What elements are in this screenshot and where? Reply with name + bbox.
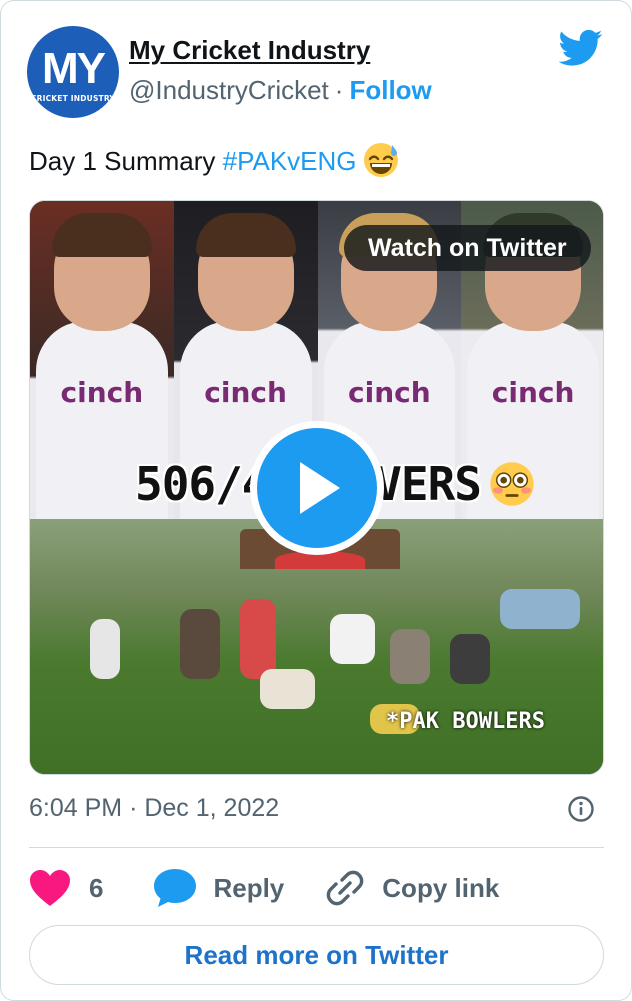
author-handle[interactable]: @IndustryCricket [129, 75, 329, 105]
tweet-text-body: Day 1 Summary [29, 146, 223, 176]
player-hair [195, 213, 296, 257]
play-button[interactable] [250, 421, 384, 555]
score-right-group: VERS [374, 457, 535, 511]
scene-person [180, 609, 220, 679]
shirt-sponsor-text: cinch [348, 376, 431, 409]
heart-icon [30, 870, 70, 906]
info-icon[interactable] [567, 795, 595, 823]
shirt-sponsor-text: cinch [60, 376, 144, 409]
scene-person [240, 599, 276, 679]
like-action[interactable]: 6 [29, 869, 103, 907]
divider [29, 847, 604, 848]
like-count: 6 [89, 872, 104, 903]
tweet-embed-card: MY CRICKET INDUSTRY My Cricket Industry … [0, 0, 632, 1001]
meme-scene: *PAK BOWLERS [30, 519, 603, 774]
author-avatar[interactable]: MY CRICKET INDUSTRY [27, 26, 119, 118]
scene-item [500, 589, 580, 629]
author-display-name[interactable]: My Cricket Industry [129, 35, 370, 66]
shirt-sponsor-text: cinch [204, 376, 287, 409]
scene-person [90, 619, 120, 679]
scene-person [450, 634, 490, 684]
tweet-actions: 6 Reply Copy link [29, 865, 499, 911]
read-more-button[interactable]: Read more on Twitter [29, 925, 604, 985]
reply-action[interactable]: Reply [153, 868, 284, 908]
video-media[interactable]: cinch cinch cinch cinch 506/4 VERS *PAK … [29, 200, 604, 775]
copy-link-action[interactable]: Copy link [324, 867, 499, 909]
author-handle-row: @IndustryCricket · Follow [129, 75, 432, 106]
meme-caption: *PAK BOWLERS [386, 709, 545, 734]
avatar-logo-subtext: CRICKET INDUSTRY [30, 94, 116, 103]
hashtag-link[interactable]: #PAKvENG [223, 146, 357, 176]
avatar-logo-text: MY [42, 44, 106, 93]
player-hair [51, 213, 152, 257]
handle-separator: · [334, 75, 344, 105]
score-right-text: VERS [374, 457, 482, 511]
timestamp-separator: · [129, 794, 138, 822]
tweet-text: Day 1 Summary #PAKvENG [29, 142, 399, 178]
tweet-time: 6:04 PM [29, 794, 123, 822]
watch-on-twitter-button[interactable]: Watch on Twitter [344, 225, 591, 271]
follow-button[interactable]: Follow [349, 75, 431, 105]
tweet-date: Dec 1, 2022 [144, 794, 280, 822]
shirt-sponsor-text: cinch [491, 376, 575, 409]
tweet-timestamp[interactable]: 6:04 PM · Dec 1, 2022 [29, 794, 279, 823]
play-icon [300, 462, 340, 514]
reply-label: Reply [213, 872, 285, 903]
flushed-face-emoji-icon [490, 462, 534, 506]
grinning-sweat-emoji-icon [363, 143, 398, 177]
copy-link-label: Copy link [382, 872, 500, 903]
scene-person [260, 669, 315, 709]
reply-bubble-icon [154, 869, 197, 907]
link-icon [326, 870, 364, 906]
score-left-text: 506/4 [135, 457, 269, 511]
scene-person [330, 614, 375, 664]
twitter-bird-icon[interactable] [559, 29, 603, 67]
scene-person [390, 629, 430, 684]
